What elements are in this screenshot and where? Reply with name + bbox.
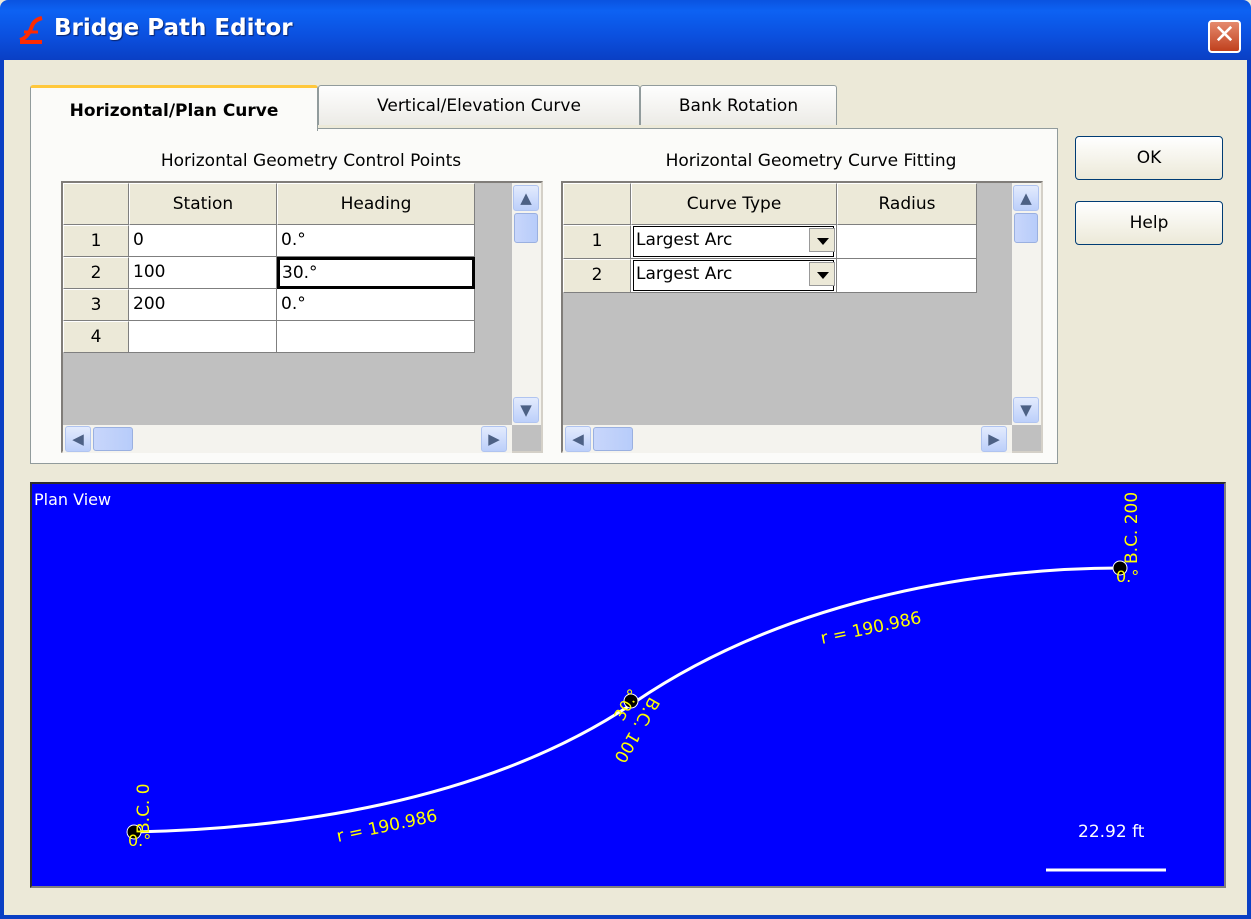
vertical-scrollbar[interactable]: ▲ ▼ [512, 183, 541, 425]
station-cell[interactable]: 100 [129, 257, 277, 289]
radius-cell[interactable] [837, 259, 977, 293]
scroll-down-icon[interactable]: ▼ [1013, 397, 1039, 423]
heading-cell[interactable]: 0.° [277, 289, 475, 321]
scroll-left-icon[interactable]: ◀ [565, 426, 591, 452]
vertical-scrollbar[interactable]: ▲ ▼ [1012, 183, 1041, 425]
column-header-curve-type[interactable]: Curve Type [631, 183, 837, 225]
radius-label: r = 190.986 [819, 608, 923, 649]
row-header[interactable]: 4 [63, 321, 129, 353]
plan-view-drawing: B.C. 0 0.° B.C. 100 30.° B.C. 200 0.° r … [126, 492, 1166, 872]
curve-type-value: Largest Arc [633, 260, 834, 291]
row-header[interactable]: 1 [63, 225, 129, 257]
row-header[interactable]: 3 [63, 289, 129, 321]
grid-corner[interactable] [63, 183, 129, 225]
close-button[interactable]: ✕ [1208, 20, 1241, 53]
station-cell[interactable] [129, 321, 277, 353]
point-heading-label: 0.° [1116, 567, 1139, 586]
point-label: B.C. 0 [134, 783, 154, 834]
row-header[interactable]: 1 [563, 225, 631, 259]
scroll-right-icon[interactable]: ▶ [481, 426, 507, 452]
plan-view-canvas[interactable]: Plan View B.C. 0 0.° B.C. 100 30.° B.C. … [30, 482, 1226, 888]
point-heading-label: 0.° [128, 831, 151, 850]
scroll-thumb[interactable] [593, 427, 633, 451]
column-header-station[interactable]: Station [129, 183, 277, 225]
control-points-title: Horizontal Geometry Control Points [160, 151, 462, 171]
window-title: Bridge Path Editor [54, 15, 293, 41]
scroll-thumb[interactable] [1014, 213, 1038, 243]
tab-panel: Horizontal Geometry Control Points Stati… [30, 128, 1058, 464]
station-cell[interactable]: 0 [129, 225, 277, 257]
tab-bank-rotation[interactable]: Bank Rotation [640, 85, 837, 125]
station-cell[interactable]: 200 [129, 289, 277, 321]
curve-fitting-title: Horizontal Geometry Curve Fitting [665, 151, 957, 171]
row-header[interactable]: 2 [63, 257, 129, 289]
curve-type-dropdown[interactable]: Largest Arc [631, 225, 837, 259]
app-logo-icon [19, 16, 43, 44]
scroll-thumb[interactable] [514, 213, 538, 243]
chevron-down-icon[interactable] [809, 228, 835, 252]
help-button[interactable]: Help [1075, 201, 1223, 245]
heading-cell[interactable]: 0.° [277, 225, 475, 257]
scroll-up-icon[interactable]: ▲ [1013, 185, 1039, 211]
ok-button[interactable]: OK [1075, 136, 1223, 180]
heading-cell[interactable] [277, 321, 475, 353]
scale-label: 22.92 ft [1078, 822, 1145, 842]
scroll-thumb[interactable] [93, 427, 133, 451]
scroll-left-icon[interactable]: ◀ [65, 426, 91, 452]
chevron-down-icon[interactable] [809, 262, 835, 286]
radius-cell[interactable] [837, 225, 977, 259]
tab-horizontal-plan-curve[interactable]: Horizontal/Plan Curve [30, 85, 318, 131]
tab-vertical-elevation-curve[interactable]: Vertical/Elevation Curve [318, 85, 640, 125]
scroll-right-icon[interactable]: ▶ [981, 426, 1007, 452]
scroll-up-icon[interactable]: ▲ [513, 185, 539, 211]
heading-cell-selected[interactable]: 30.° [277, 257, 475, 289]
title-bar: Bridge Path Editor ✕ [0, 0, 1251, 60]
curve-type-value: Largest Arc [633, 226, 834, 257]
row-header[interactable]: 2 [563, 259, 631, 293]
point-label: B.C. 200 [1122, 492, 1142, 564]
horizontal-scrollbar[interactable]: ◀ ▶ [63, 425, 512, 453]
column-header-heading[interactable]: Heading [277, 183, 475, 225]
scroll-down-icon[interactable]: ▼ [513, 397, 539, 423]
column-header-radius[interactable]: Radius [837, 183, 977, 225]
horizontal-scrollbar[interactable]: ◀ ▶ [563, 425, 1012, 453]
control-points-grid: Station Heading 1 0 0.° 2 100 30.° 3 200… [61, 181, 543, 453]
curve-fitting-grid: Curve Type Radius 1 Largest Arc 2 Larges… [561, 181, 1043, 453]
grid-corner[interactable] [563, 183, 631, 225]
curve-type-dropdown[interactable]: Largest Arc [631, 259, 837, 293]
